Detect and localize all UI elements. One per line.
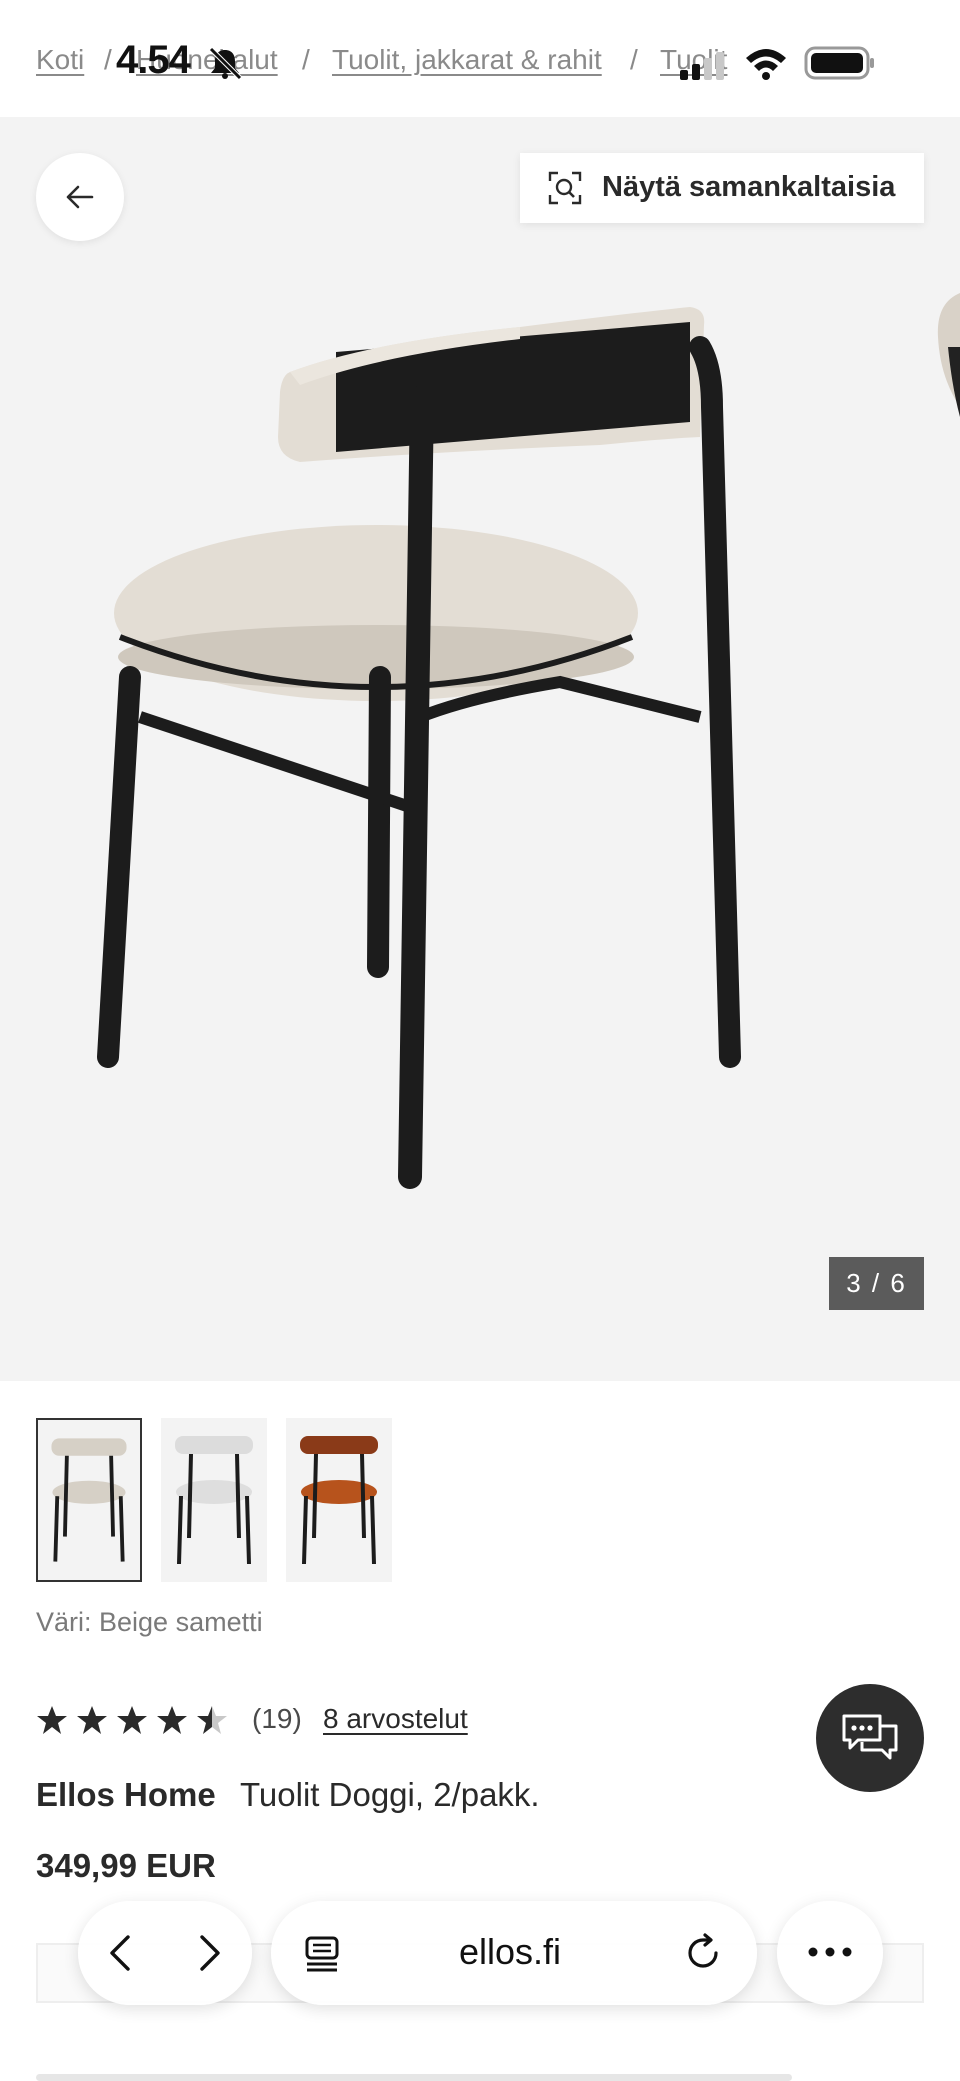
- rating-stars: [37, 1706, 227, 1734]
- color-thumbnail-grey[interactable]: [161, 1418, 267, 1582]
- chat-button[interactable]: [816, 1684, 924, 1792]
- chair-thumbnail-image: [51, 1438, 127, 1562]
- bottom-divider: [36, 2074, 792, 2081]
- half-star-icon: [197, 1706, 227, 1734]
- browser-forward-button[interactable]: [188, 1933, 228, 1973]
- breadcrumb-separator: /: [630, 44, 638, 75]
- signal-icon: [680, 52, 724, 80]
- arrow-left-icon: [66, 185, 94, 209]
- breadcrumb-separator: /: [104, 44, 112, 75]
- wifi-icon: [746, 49, 786, 80]
- product-image-gallery[interactable]: [0, 117, 960, 1381]
- status-time: 4.54: [116, 38, 191, 82]
- reader-mode-icon[interactable]: [303, 1935, 343, 1973]
- reviews-link[interactable]: 8 arvostelut: [323, 1703, 468, 1735]
- star-icon: [77, 1706, 107, 1734]
- silent-bell-icon: [209, 47, 242, 80]
- star-icon: [117, 1706, 147, 1734]
- reload-icon[interactable]: [683, 1933, 723, 1973]
- color-label: Väri: Beige sametti: [36, 1607, 263, 1637]
- chair-thumbnail-image: [175, 1436, 253, 1565]
- back-button[interactable]: [36, 153, 124, 241]
- address-bar[interactable]: ellos.fi: [271, 1901, 757, 2005]
- product-brand: Ellos Home: [36, 1776, 216, 1813]
- breadcrumb-separator: /: [302, 44, 310, 75]
- star-icon: [157, 1706, 187, 1734]
- breadcrumb-chairs-stools[interactable]: Tuolit, jakkarat & rahit: [332, 44, 602, 76]
- product-image: [97, 293, 960, 1189]
- browser-nav-group: [78, 1901, 252, 2005]
- visual-search-icon: [548, 171, 582, 205]
- show-similar-label: Näytä samankaltaisia: [602, 171, 896, 203]
- color-thumbnail-rust[interactable]: [286, 1418, 392, 1582]
- browser-back-button[interactable]: [102, 1933, 142, 1973]
- rating-count: (19): [252, 1703, 302, 1734]
- breadcrumb-home[interactable]: Koti: [36, 44, 84, 76]
- color-thumbnail-beige[interactable]: [36, 1418, 142, 1582]
- top-bar: Koti / Huonekalut / Tuolit, jakkarat & r…: [0, 0, 960, 117]
- product-title: Tuolit Doggi, 2/pakk.: [240, 1776, 540, 1813]
- chat-bubbles-icon: [842, 1714, 898, 1760]
- more-options-button[interactable]: [777, 1901, 883, 2005]
- show-similar-button[interactable]: Näytä samankaltaisia: [520, 153, 924, 223]
- chair-thumbnail-image: [300, 1436, 378, 1565]
- image-counter: 3 / 6: [829, 1257, 924, 1310]
- battery-icon: [804, 46, 874, 80]
- star-icon: [37, 1706, 67, 1734]
- product-price: 349,99 EUR: [36, 1847, 216, 1884]
- more-dots-icon: [808, 1947, 852, 1957]
- url-text: ellos.fi: [459, 1931, 562, 1972]
